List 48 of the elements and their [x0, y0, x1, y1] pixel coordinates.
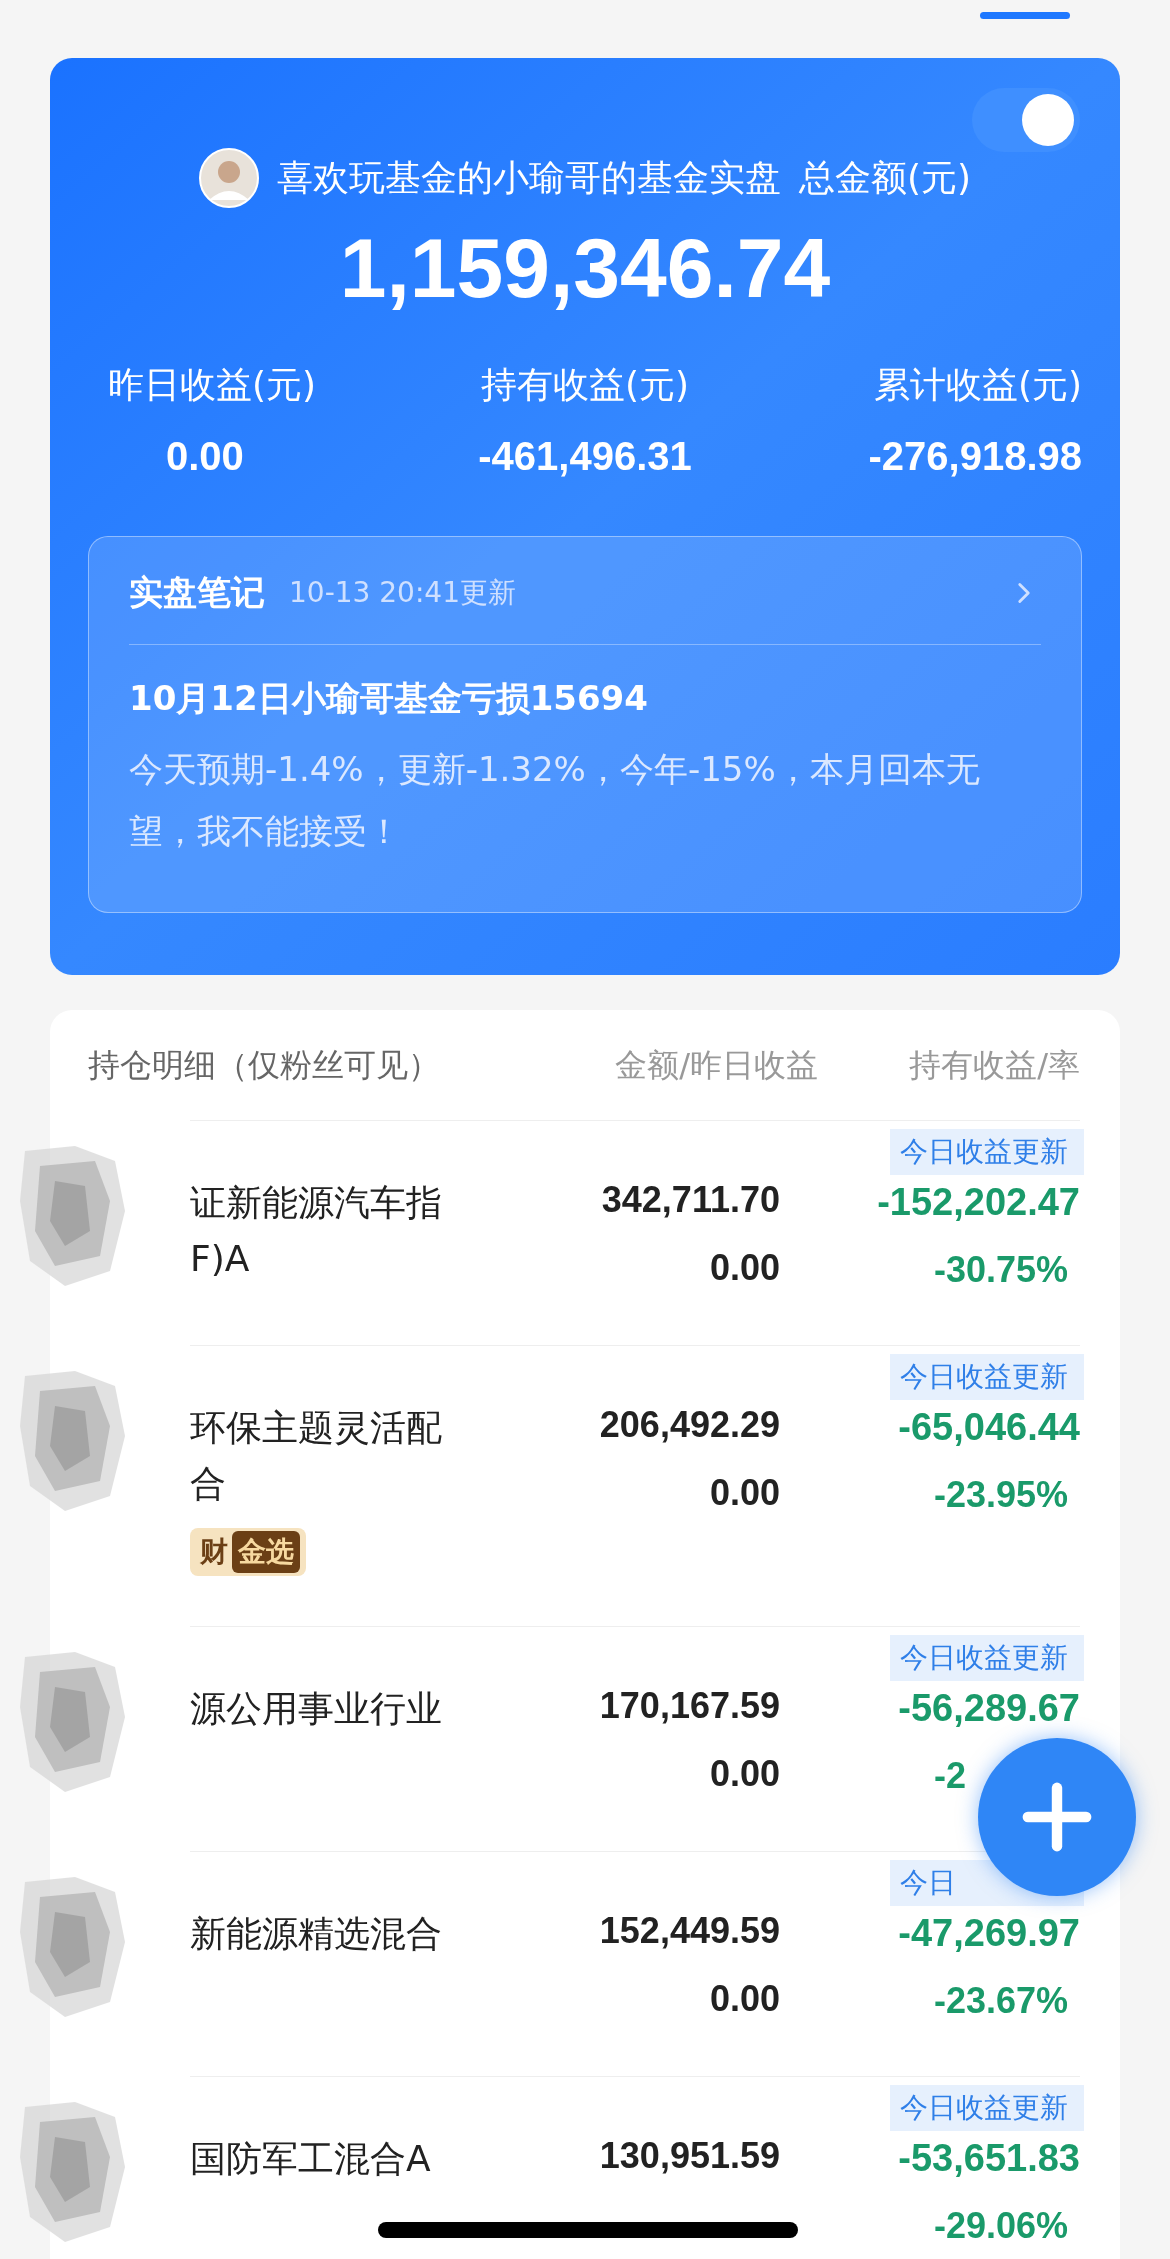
daily-income-value: 0.00	[709, 1752, 780, 1796]
note-title: 实盘笔记	[129, 571, 265, 614]
badge-label: 金选	[232, 1531, 300, 1573]
account-title: 喜欢玩基金的小瑜哥的基金实盘	[276, 156, 781, 200]
holding-income-value: -53,651.83	[898, 2136, 1080, 2181]
holding-rate-value: -23.67%	[934, 1979, 1070, 2023]
daily-income-value: 0.00	[709, 1246, 780, 1290]
holding-rate-value: -29.06%	[934, 2204, 1070, 2248]
stat-label: 累计收益(元)	[873, 363, 1082, 407]
note-headline: 10月12日小瑜哥基金亏损15694	[129, 677, 649, 720]
holding-rate-value: -23.95%	[934, 1473, 1070, 1517]
column-header: 持有收益/率	[908, 1045, 1080, 1086]
holding-income-value: -47,269.97	[898, 1911, 1080, 1956]
note-card[interactable]: 实盘笔记 10-13 20:41更新 10月12日小瑜哥基金亏损15694 今天预期-1.4%，更新-1.32%，今年-15%，本月回本无望，我不能接受！	[88, 536, 1082, 913]
fund-name: 源公用事业行业	[190, 1687, 443, 1731]
update-tag: 今日收益更新	[890, 1635, 1084, 1681]
stat-label: 持有收益(元)	[480, 363, 690, 407]
avatar-icon	[198, 148, 259, 208]
note-updated-time: 10-13 20:41更新	[289, 574, 516, 611]
amount-value: 342,711.70	[601, 1178, 780, 1222]
amount-value: 170,167.59	[599, 1684, 780, 1728]
total-label: 总金额(元)	[798, 156, 972, 200]
stat-value: -276,918.98	[868, 433, 1082, 480]
holding-rate-value: -30.75%	[934, 1248, 1070, 1292]
fund-name: 环保主题灵活配合	[190, 1406, 443, 1506]
amount-value: 206,492.29	[599, 1403, 780, 1447]
stat-value: 0.00	[165, 433, 244, 480]
column-header: 持仓明细（仅粉丝可见）	[88, 1045, 441, 1086]
stat-value: -461,496.31	[478, 433, 692, 480]
update-tag: 今日收益更新	[890, 2085, 1084, 2131]
daily-income-value: 0.00	[709, 1471, 780, 1515]
holding-income-value: -56,289.67	[898, 1686, 1080, 1731]
holding-rate-value: -2	[934, 1754, 967, 1798]
holding-income-value: -152,202.47	[877, 1180, 1080, 1225]
fund-name: 证新能源汽车指F)A	[190, 1181, 443, 1281]
amount-value: 152,449.59	[599, 1909, 780, 1953]
fund-name: 新能源精选混合	[190, 1912, 443, 1956]
fund-name: 国防军工混合A	[190, 2137, 432, 2181]
daily-income-value: 0.00	[709, 1977, 780, 2021]
column-header: 金额/昨日收益	[614, 1045, 818, 1086]
total-amount: 1,159,346.74	[339, 220, 831, 317]
holding-income-value: -65,046.44	[898, 1405, 1080, 1450]
update-tag: 今日收益更新	[890, 1354, 1084, 1400]
stat-label: 昨日收益(元)	[108, 363, 317, 407]
badge-label: 财	[199, 1534, 229, 1570]
update-tag: 今日收益更新	[890, 1129, 1084, 1175]
amount-value: 130,951.59	[599, 2134, 780, 2178]
note-body: 今天预期-1.4%，更新-1.32%，今年-15%，本月回本无望，我不能接受！	[129, 748, 981, 853]
